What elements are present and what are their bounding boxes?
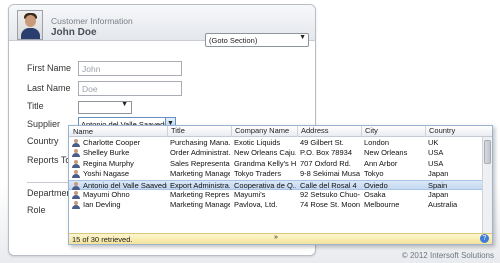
cell-city: Osaka [364, 189, 386, 199]
column-header[interactable]: Name [73, 127, 93, 136]
reports-to-label: Reports To [27, 155, 71, 165]
cell-country: USA [428, 148, 444, 158]
cell-city: Oviedo [364, 180, 388, 190]
first-name-label: First Name [27, 63, 72, 73]
first-name-value: John [82, 64, 101, 74]
last-name-field[interactable]: Doe [78, 81, 182, 96]
cell-company: Pavlova, Ltd. [234, 200, 278, 210]
person-icon [72, 170, 80, 179]
cell-company: New Orleans Caju... [234, 148, 296, 158]
goto-section-value: (Goto Section) [209, 36, 258, 45]
column-header[interactable]: Company Name [231, 126, 289, 137]
cell-address: 74 Rose St. Moon... [300, 200, 360, 210]
cell-title: Order Administrat... [170, 148, 230, 158]
copyright-text: © 2012 Intersoft Solutions [401, 251, 494, 260]
grid-header: Name Title Company Name Address City Cou… [69, 126, 492, 137]
cell-name: Antonio del Valle Saavedra [83, 180, 167, 190]
person-icon [72, 139, 80, 147]
last-name-value: Doe [82, 84, 98, 94]
cell-country: Australia [428, 200, 458, 210]
cell-country: UK [428, 138, 439, 147]
cell-city: New Orleans [364, 148, 408, 158]
cell-country: Japan [428, 169, 449, 179]
department-label: Department [27, 188, 75, 198]
cell-address: 92 Setsuko Chuo-... [300, 189, 360, 199]
cell-company: Cooperativa de Q... [234, 180, 296, 190]
cell-title: Marketing Repres... [170, 189, 230, 199]
cell-city: Ann Arbor [364, 158, 398, 168]
cell-country: Japan [428, 189, 449, 199]
cell-name: Shelley Burke [83, 148, 130, 158]
table-row[interactable]: Ian Devling Marketing Manager Pavlova, L… [69, 200, 483, 210]
cell-city: Melbourne [364, 200, 400, 210]
cell-title: Marketing Manager [170, 200, 230, 210]
cell-title: Purchasing Mana... [170, 138, 230, 147]
table-row[interactable]: Mayumi Ohno Marketing Repres... Mayumi's… [69, 190, 483, 200]
cell-address: Calle del Rosal 4 [300, 180, 357, 190]
last-name-label: Last Name [27, 83, 71, 93]
grid-status-bar: 15 of 30 retrieved. » ? [69, 233, 492, 244]
cell-company: Exotic Liquids [234, 138, 281, 147]
cell-name: Charlotte Cooper [83, 138, 141, 147]
header-subtitle: Customer Information [51, 16, 133, 26]
title-select[interactable]: ▼ [78, 101, 132, 114]
scrollbar-thumb[interactable] [484, 140, 491, 164]
chevron-down-icon: ▼ [299, 34, 306, 41]
expand-chevron-icon[interactable]: » [274, 234, 278, 241]
person-icon [72, 149, 80, 158]
cell-name: Regina Murphy [83, 158, 134, 168]
table-row-selected[interactable]: Antonio del Valle Saavedra Export Admini… [69, 179, 483, 190]
title-label: Title [27, 101, 44, 111]
person-icon [72, 159, 80, 168]
table-row[interactable]: Shelley Burke Order Administrat... New O… [69, 148, 483, 158]
table-row[interactable]: Yoshi Nagase Marketing Manager Tokyo Tra… [69, 169, 483, 179]
retrieved-count-text: 15 of 30 retrieved. [72, 235, 133, 244]
chevron-down-icon: ▼ [121, 101, 128, 108]
column-header[interactable]: City [361, 126, 378, 137]
cell-name: Ian Devling [83, 200, 121, 210]
cell-title: Export Administra... [170, 180, 230, 190]
supplier-label: Supplier [27, 119, 61, 129]
help-icon[interactable]: ? [480, 234, 489, 243]
role-label: Role [27, 205, 46, 215]
first-name-field[interactable]: John [78, 61, 182, 76]
grid-rows: Charlotte Cooper Purchasing Mana... Exot… [69, 138, 483, 211]
cell-title: Sales Representa... [170, 158, 230, 168]
cell-company: Mayumi's [234, 189, 266, 199]
cell-company: Tokyo Traders [234, 169, 282, 179]
cell-name: Mayumi Ohno [83, 189, 130, 199]
column-header[interactable]: Country [425, 126, 455, 137]
table-row[interactable]: Charlotte Cooper Purchasing Mana... Exot… [69, 138, 483, 148]
goto-section-select[interactable]: (Goto Section) ▼ [205, 33, 309, 47]
cell-country: Spain [428, 180, 448, 190]
column-header[interactable]: Title [167, 126, 185, 137]
cell-address: 707 Oxford Rd. [300, 158, 351, 168]
header-customer-name: John Doe [51, 27, 97, 38]
cell-address: 9-8 Sekimai Musas... [300, 169, 360, 179]
cell-address: P.O. Box 78934 [300, 148, 352, 158]
cell-city: London [364, 138, 390, 147]
avatar [17, 10, 43, 40]
cell-city: Tokyo [364, 169, 384, 179]
person-icon [72, 181, 80, 190]
cell-address: 49 Gilbert St. [300, 138, 344, 147]
cell-company: Grandma Kelly's H... [234, 158, 296, 168]
country-label: Country [27, 136, 59, 146]
supplier-dropdown-grid[interactable]: Name Title Company Name Address City Cou… [68, 125, 493, 245]
vertical-scrollbar[interactable] [482, 137, 492, 234]
person-icon [72, 201, 80, 210]
cell-country: USA [428, 158, 444, 168]
person-icon [72, 190, 80, 199]
cell-name: Yoshi Nagase [83, 169, 130, 179]
cell-title: Marketing Manager [170, 169, 230, 179]
table-row[interactable]: Regina Murphy Sales Representa... Grandm… [69, 159, 483, 169]
column-header[interactable]: Address [297, 126, 329, 137]
